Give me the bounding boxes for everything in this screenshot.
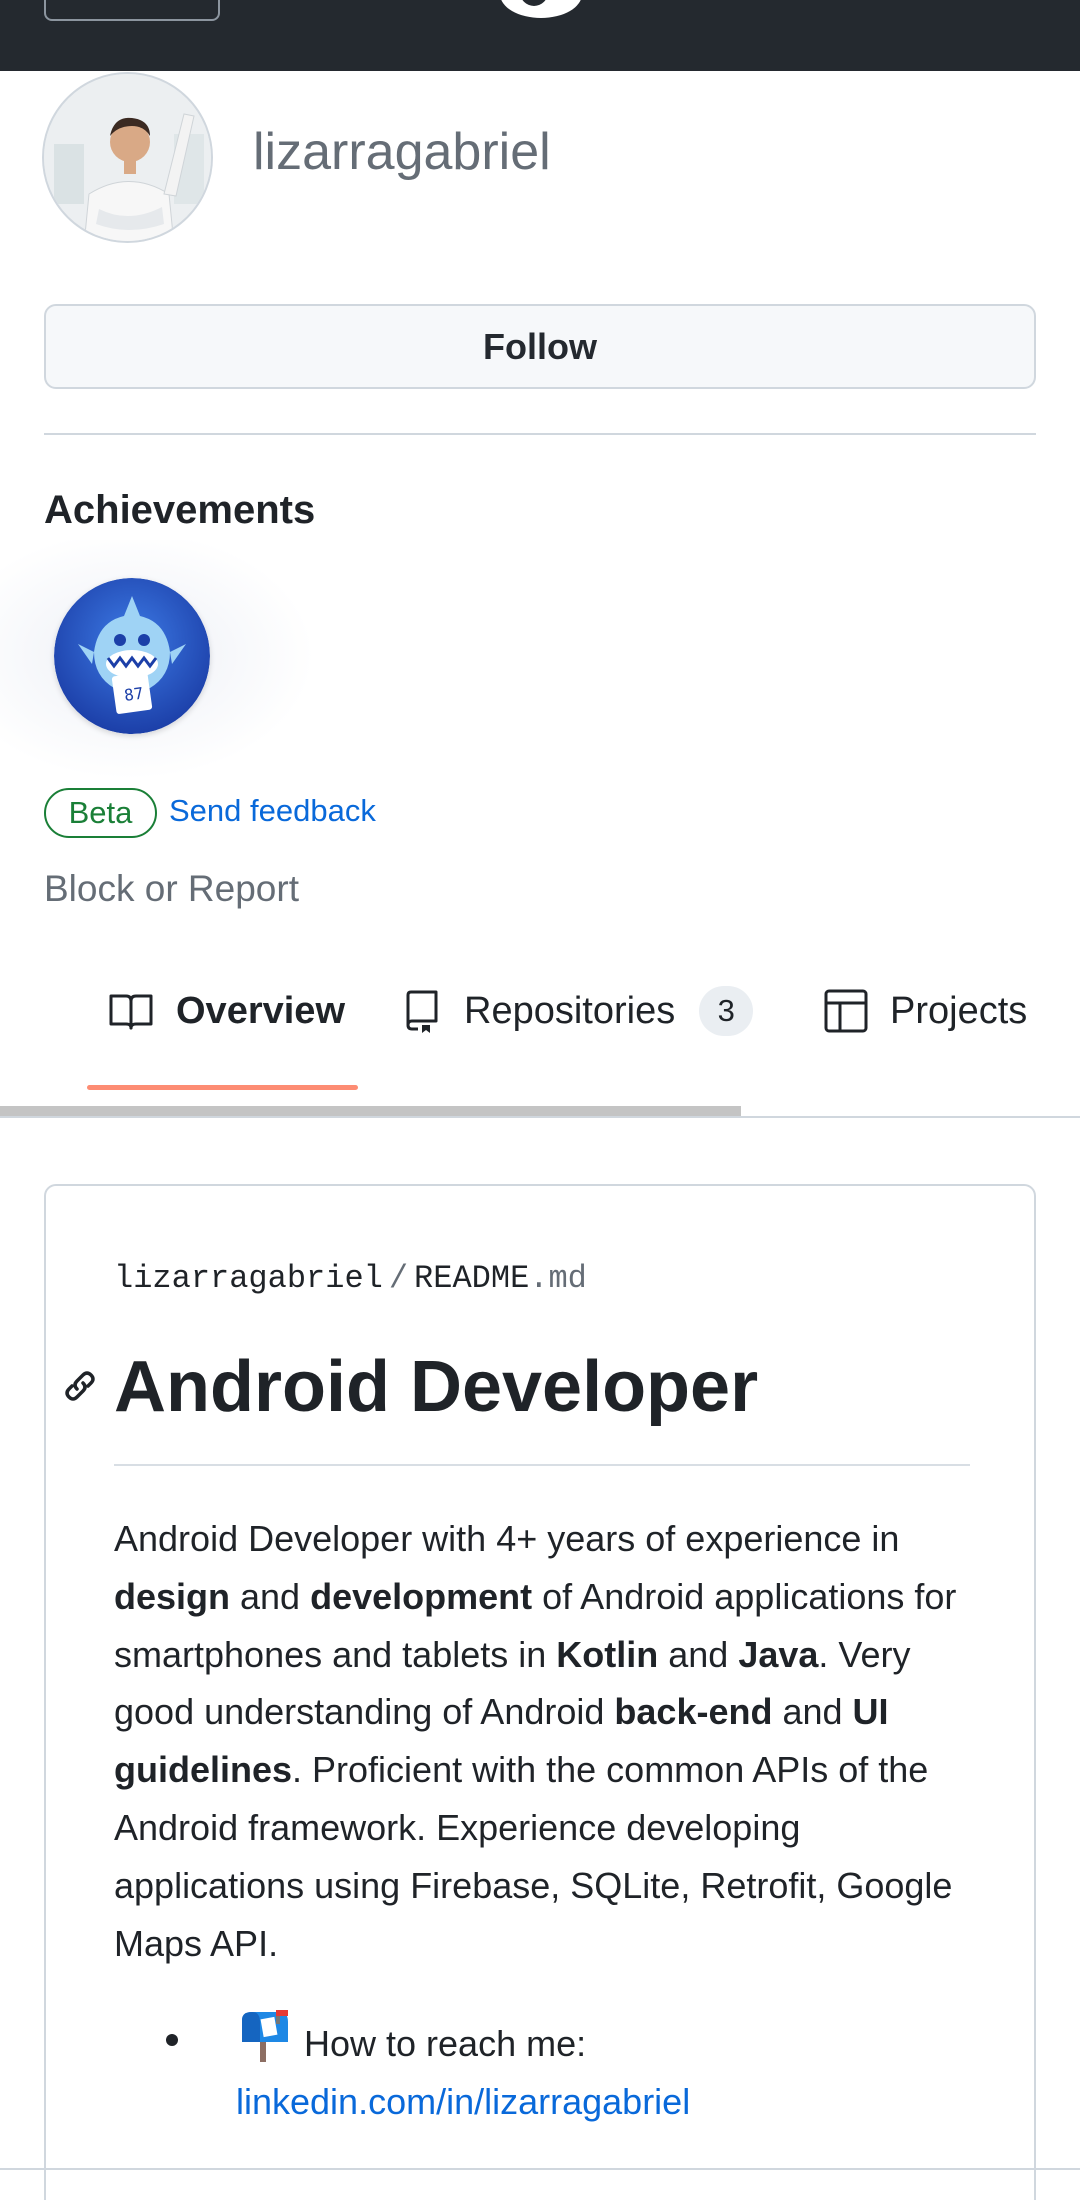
tab-repositories[interactable]: Repositories 3	[402, 970, 754, 1052]
tab-projects-label: Projects	[890, 989, 1028, 1032]
readme-path: lizarragabriel / README.md	[114, 1260, 587, 1297]
heading-rule	[114, 1464, 970, 1466]
bold-text: Kotlin	[556, 1633, 659, 1675]
readme-paragraph: Android Developer with 4+ years of exper…	[114, 1510, 994, 1972]
readme-filename[interactable]: README	[414, 1260, 529, 1297]
list-bullet	[166, 2034, 178, 2046]
avatar[interactable]	[42, 72, 213, 243]
link-anchor-icon[interactable]	[58, 1364, 102, 1408]
readme-card: lizarragabriel / README.md Android Develop…	[44, 1184, 1036, 2200]
page-bottom-border	[0, 2168, 1080, 2170]
repo-icon	[406, 990, 438, 1033]
profile-tabs: Overview Repositories 3 Projects	[0, 970, 1080, 1052]
book-icon	[109, 994, 153, 1030]
github-logo-icon[interactable]	[500, 0, 582, 18]
tab-projects[interactable]: Projects	[824, 970, 1027, 1052]
section-divider	[44, 433, 1036, 435]
text-segment: and	[772, 1691, 853, 1733]
tabs-bottom-border	[0, 1116, 1080, 1118]
block-or-report-link[interactable]: Block or Report	[44, 868, 299, 910]
readme-heading: Android Developer	[114, 1347, 759, 1427]
bold-text: development	[310, 1575, 533, 1617]
tab-overview[interactable]: Overview	[108, 970, 345, 1052]
contact-list-item: How to reach me: linkedin.com/in/lizarra…	[166, 2010, 986, 2131]
text-segment: and	[230, 1575, 311, 1617]
send-feedback-link[interactable]: Send feedback	[169, 793, 376, 829]
tab-repositories-label: Repositories	[464, 989, 676, 1032]
readme-extension: .md	[529, 1260, 587, 1297]
text-segment: and	[658, 1633, 739, 1675]
text-segment: Android Developer with 4+ years of exper…	[114, 1518, 900, 1559]
achievement-badge-shark-icon[interactable]: 87	[54, 578, 210, 734]
tab-overview-label: Overview	[176, 989, 345, 1032]
bold-text: back-end	[614, 1691, 773, 1733]
bold-text: Java	[738, 1633, 819, 1675]
mailbox-icon	[242, 2010, 288, 2062]
follow-button[interactable]: Follow	[44, 304, 1036, 389]
contact-label: How to reach me:	[236, 2010, 986, 2073]
bold-text: design	[114, 1575, 231, 1617]
table-icon	[824, 989, 868, 1033]
top-navigation-bar	[0, 0, 1080, 71]
repositories-count-badge: 3	[699, 986, 754, 1036]
achievements-heading: Achievements	[44, 488, 316, 532]
profile-username: lizarragabriel	[253, 123, 551, 181]
linkedin-link[interactable]: linkedin.com/in/lizarragabriel	[236, 2073, 986, 2131]
svg-text:87: 87	[123, 684, 145, 705]
path-separator: /	[388, 1260, 409, 1297]
active-tab-underline	[87, 1085, 358, 1090]
readme-owner[interactable]: lizarragabriel	[114, 1260, 383, 1297]
beta-badge: Beta	[44, 788, 157, 838]
tabs-scrollbar[interactable]	[0, 1106, 741, 1116]
contact-label-text: How to reach me:	[304, 2023, 587, 2064]
sign-up-button[interactable]	[44, 0, 220, 21]
